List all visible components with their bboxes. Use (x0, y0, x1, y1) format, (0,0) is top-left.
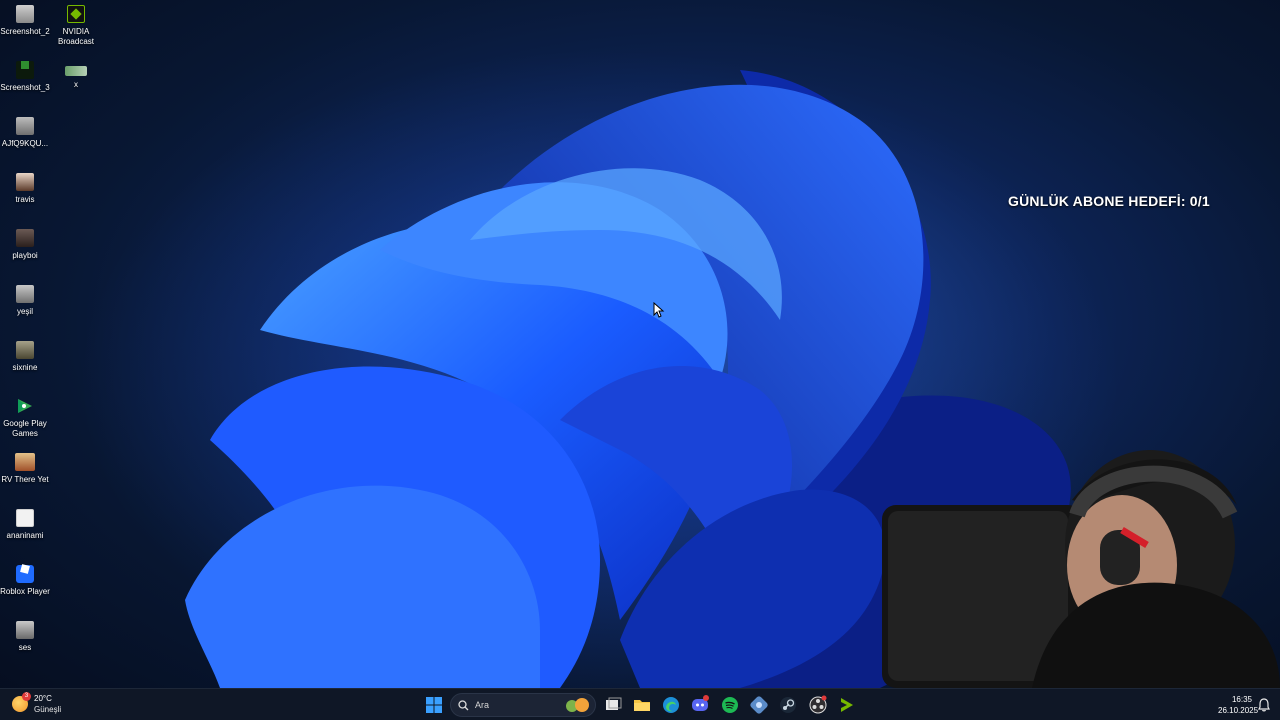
desktop-icon-roblox-player[interactable]: Roblox Player (0, 560, 52, 597)
notification-badge: 3 (22, 692, 31, 701)
google-play-games-icon (16, 397, 34, 415)
desktop-icon-sixnine[interactable]: sixnine (0, 336, 52, 373)
desktop-icon-nvidia-broadcast[interactable]: NVIDIA Broadcast (49, 0, 103, 47)
desktop-icon-label: travis (15, 195, 35, 204)
steam-icon[interactable] (778, 695, 798, 715)
desktop-icon-screenshot-3[interactable]: Screenshot_3 (0, 56, 52, 93)
image-file-icon (16, 61, 34, 79)
desktop-icon-travis[interactable]: travis (0, 168, 52, 205)
taskbar-clock[interactable]: 16:35 26.10.2025 (1218, 694, 1259, 716)
desktop-icon-label: ananinami (6, 531, 44, 540)
image-file-icon (16, 621, 34, 639)
search-highlight-icon (566, 698, 589, 712)
taskbar: 3 20°C Güneşli Ara 16:35 26.10.2025 (0, 688, 1280, 720)
desktop-icon-label: Screenshot_2 (0, 27, 50, 36)
image-file-icon (65, 66, 87, 76)
edge-icon[interactable] (661, 695, 681, 715)
game-icon (15, 453, 35, 471)
desktop-icon-label: playboi (12, 251, 38, 260)
desktop-icon-yesil[interactable]: yeşil (0, 280, 52, 317)
desktop-icon-label: ses (18, 643, 32, 652)
desktop-icon-label: Screenshot_3 (0, 83, 50, 92)
desktop-icon-ajfq9kqu[interactable]: AJfQ9KQU... (0, 112, 52, 149)
text-document-icon (16, 509, 34, 527)
clock-time: 16:35 (1231, 695, 1252, 704)
desktop-icon-screenshot-2[interactable]: Screenshot_2 (0, 0, 52, 37)
desktop-icon-playboi[interactable]: playboi (0, 224, 52, 261)
image-file-icon (16, 229, 34, 247)
desktop-icon-label: RV There Yet (1, 475, 49, 484)
desktop-icon-google-play-games[interactable]: Google Play Games (0, 392, 52, 439)
image-file-icon (16, 285, 34, 303)
mouse-cursor-icon (653, 302, 665, 318)
discord-icon[interactable] (690, 695, 710, 715)
subscriber-goal-overlay: GÜNLÜK ABONE HEDEFİ: 0/1 (1008, 193, 1210, 209)
nvidia-icon (67, 5, 85, 23)
search-placeholder: Ara (475, 700, 490, 710)
image-file-icon (16, 173, 34, 191)
desktop-icon-ananinami[interactable]: ananinami (0, 504, 52, 541)
image-file-icon (16, 5, 34, 23)
start-icon[interactable] (424, 695, 444, 715)
notification-bell-icon[interactable] (1258, 698, 1270, 712)
desktop-icon-label: sixnine (12, 363, 38, 372)
image-file-icon (16, 117, 34, 135)
search-icon (458, 700, 469, 711)
obs-icon[interactable] (808, 695, 828, 715)
task-view-icon[interactable] (603, 695, 623, 715)
desktop-icon-x[interactable]: x (49, 56, 103, 90)
image-file-icon (16, 341, 34, 359)
webcam-overlay (882, 445, 1280, 688)
desktop-icon-label: yeşil (16, 307, 33, 316)
desktop-icon-label: AJfQ9KQU... (1, 139, 49, 148)
app-icon[interactable] (749, 695, 769, 715)
desktop-icon-label: Google Play Games (3, 419, 47, 438)
weather-temperature: 20°C (34, 694, 52, 703)
desktop-icon-rv-there-yet[interactable]: RV There Yet (0, 448, 52, 485)
desktop-icon-label: NVIDIA Broadcast (57, 27, 95, 46)
nvidia-icon[interactable] (837, 695, 857, 715)
desktop-icon-label: Roblox Player (0, 587, 50, 596)
desktop-icon-label: x (74, 80, 78, 89)
weather-condition: Güneşli (34, 705, 62, 714)
roblox-icon (16, 564, 34, 583)
spotify-icon[interactable] (720, 695, 740, 715)
weather-widget[interactable]: 3 20°C Güneşli (12, 692, 82, 716)
taskbar-search-box[interactable]: Ara (450, 693, 596, 717)
desktop-icon-ses[interactable]: ses (0, 616, 52, 653)
file-explorer-icon[interactable] (632, 695, 652, 715)
clock-date: 26.10.2025 (1218, 706, 1259, 715)
streamer-webcam-image (882, 450, 1280, 688)
